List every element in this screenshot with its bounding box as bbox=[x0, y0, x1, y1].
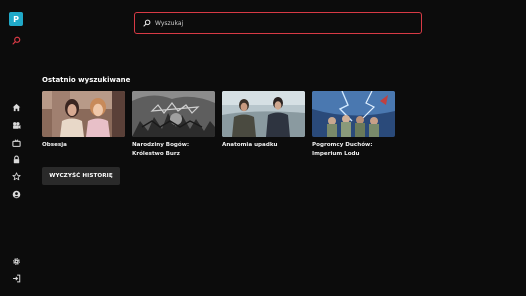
film-camera-icon bbox=[13, 122, 21, 129]
profile-avatar[interactable]: P bbox=[9, 12, 23, 26]
recent-item-card[interactable]: Narodziny Bogów: Królestwo Burz bbox=[132, 91, 215, 159]
search-icon bbox=[142, 19, 151, 28]
search-bar[interactable] bbox=[134, 12, 422, 34]
sidebar: P bbox=[0, 0, 32, 296]
sidebar-item-home[interactable] bbox=[11, 102, 22, 113]
sidebar-item-kids[interactable] bbox=[11, 154, 22, 165]
recent-item-card[interactable]: Anatomia upadku bbox=[222, 91, 305, 150]
recent-item-title: Obsesja bbox=[42, 142, 67, 148]
recent-item-card[interactable]: Pogromcy Duchów: Imperium Lodu bbox=[312, 91, 395, 159]
sidebar-item-profile[interactable] bbox=[11, 189, 22, 200]
recent-item-title: Narodziny Bogów: Królestwo Burz bbox=[132, 142, 190, 157]
sidebar-item-movies[interactable] bbox=[11, 120, 22, 131]
sidebar-item-series[interactable] bbox=[11, 138, 22, 149]
star-icon bbox=[12, 172, 21, 181]
search-input[interactable] bbox=[155, 19, 405, 27]
recent-item-card[interactable]: Obsesja bbox=[42, 91, 125, 150]
lock-icon bbox=[13, 155, 20, 164]
gear-icon bbox=[13, 258, 20, 265]
sidebar-item-favorites[interactable] bbox=[11, 171, 22, 182]
poster-thumbnail bbox=[42, 91, 125, 137]
clear-history-button[interactable]: WYCZYŚĆ HISTORIĘ bbox=[42, 167, 120, 185]
home-icon bbox=[12, 103, 21, 112]
recent-item-title: Anatomia upadku bbox=[222, 142, 278, 148]
recent-item-title: Pogromcy Duchów: Imperium Lodu bbox=[312, 142, 373, 157]
logout-icon bbox=[13, 274, 21, 283]
section-title-recent: Ostatnio wyszukiwane bbox=[42, 76, 131, 84]
tv-icon bbox=[12, 139, 21, 147]
poster-thumbnail bbox=[132, 91, 215, 137]
poster-thumbnail bbox=[312, 91, 395, 137]
sidebar-item-logout[interactable] bbox=[11, 273, 22, 284]
user-icon bbox=[12, 190, 21, 199]
sidebar-item-search[interactable] bbox=[11, 35, 22, 46]
search-icon bbox=[12, 36, 21, 45]
poster-thumbnail bbox=[222, 91, 305, 137]
sidebar-item-settings[interactable] bbox=[11, 256, 22, 267]
